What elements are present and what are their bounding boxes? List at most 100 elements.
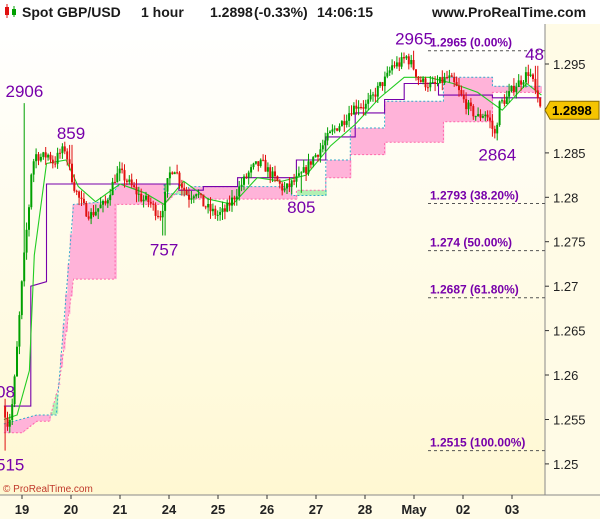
- timestamp: 14:06:15: [317, 4, 374, 20]
- candle-body: [178, 172, 181, 184]
- candle-body: [386, 72, 389, 77]
- candle-body: [71, 163, 73, 183]
- candle-body: [142, 199, 145, 202]
- candlestick-icon[interactable]: [4, 4, 18, 18]
- candle-body: [85, 203, 88, 217]
- candle-body: [68, 159, 71, 164]
- candle-body: [286, 183, 288, 189]
- candle-body: [426, 87, 429, 89]
- candle-body: [66, 151, 69, 160]
- candle-body: [235, 196, 238, 200]
- timeframe-label[interactable]: 1 hour: [141, 4, 184, 20]
- candle-body: [25, 229, 28, 253]
- candle-body: [491, 120, 494, 129]
- candle-body: [503, 100, 506, 104]
- candle-body: [388, 70, 391, 73]
- candle-body: [381, 82, 384, 87]
- candle-body: [352, 105, 355, 115]
- candle-body: [407, 56, 410, 65]
- candle-body: [522, 82, 525, 85]
- candle-body: [462, 94, 465, 100]
- candle-body: [87, 216, 90, 219]
- candle-body: [355, 105, 358, 109]
- candle-body: [350, 113, 353, 115]
- candle-body: [6, 417, 9, 427]
- candle-body: [233, 197, 236, 200]
- candle-body: [532, 74, 534, 79]
- time-tick-label: 02: [456, 502, 470, 517]
- candle-body: [534, 78, 537, 91]
- candle-body: [405, 56, 408, 59]
- candle-body: [300, 172, 303, 174]
- candle-body: [63, 146, 66, 152]
- candle-body: [417, 76, 420, 81]
- candle-body: [278, 181, 281, 184]
- candle-body: [479, 114, 482, 118]
- candle-body: [477, 114, 480, 117]
- candle-body: [133, 185, 136, 187]
- candle-body: [465, 99, 468, 110]
- price-tick-label: 1.26: [553, 368, 578, 383]
- price-annotation: 48: [525, 45, 544, 64]
- candle-body: [264, 159, 267, 172]
- fib-level-label: 1.2515 (100.00%): [430, 436, 525, 450]
- fib-level-label: 1.2687 (61.80%): [430, 283, 519, 297]
- candle-body: [145, 195, 147, 200]
- candle-body: [400, 57, 403, 67]
- candle-body: [395, 62, 398, 67]
- candle-body: [252, 163, 255, 168]
- candle-body: [61, 146, 64, 154]
- candle-body: [157, 215, 159, 217]
- time-tick-label: 28: [358, 502, 372, 517]
- chart-window: 1.2965 (0.00%) 1.2793 (38.20%) 1.274 (50.0…: [0, 0, 600, 519]
- price-tick-label: 1.28: [553, 190, 578, 205]
- candle-body: [4, 406, 7, 418]
- candle-body: [374, 94, 377, 97]
- candle-body: [520, 80, 523, 85]
- price-annotation: 08: [0, 383, 15, 402]
- candle-body: [493, 128, 496, 134]
- candle-body: [307, 161, 310, 174]
- current-price-badge: 1.2898: [544, 100, 600, 120]
- candle-body: [159, 216, 162, 218]
- candle-body: [39, 156, 42, 161]
- current-price-label: 1.2898: [552, 103, 592, 118]
- site-link[interactable]: www.ProRealTime.com: [432, 4, 586, 20]
- candle-body: [128, 179, 131, 182]
- price-annotation: 805: [287, 198, 315, 217]
- candle-body: [517, 80, 520, 87]
- candle-body: [410, 60, 413, 65]
- candle-body: [130, 179, 133, 186]
- candle-body: [326, 133, 329, 141]
- candle-body: [47, 154, 50, 158]
- candle-body: [250, 167, 253, 173]
- candle-body: [262, 159, 265, 161]
- candle-body: [469, 102, 472, 107]
- copyright-text: © ProRealTime.com: [3, 484, 93, 495]
- price-tick-label: 1.285: [553, 146, 586, 161]
- candle-body: [190, 198, 193, 200]
- candle-body: [102, 201, 104, 205]
- candle-body: [259, 159, 262, 166]
- chart-canvas[interactable]: 1.2965 (0.00%) 1.2793 (38.20%) 1.274 (50.0…: [0, 0, 600, 519]
- candle-body: [90, 212, 93, 219]
- candle-body: [446, 77, 448, 79]
- candle-body: [204, 206, 207, 208]
- price-annotation: 2864: [478, 145, 516, 164]
- candle-body: [403, 57, 405, 59]
- last-price: 1.2898: [210, 4, 253, 20]
- candle-body: [505, 96, 508, 104]
- candle-body: [496, 124, 499, 134]
- candle-body: [216, 214, 219, 216]
- candle-body: [116, 173, 119, 183]
- candle-body: [524, 72, 527, 83]
- candle-body: [297, 173, 300, 176]
- candle-body: [44, 152, 47, 158]
- candle-body: [59, 152, 61, 154]
- candle-body: [343, 121, 346, 125]
- candle-body: [149, 201, 152, 204]
- candle-body: [202, 194, 205, 207]
- candle-body: [23, 252, 26, 282]
- candle-body: [391, 65, 394, 71]
- price-tick-label: 1.295: [553, 57, 586, 72]
